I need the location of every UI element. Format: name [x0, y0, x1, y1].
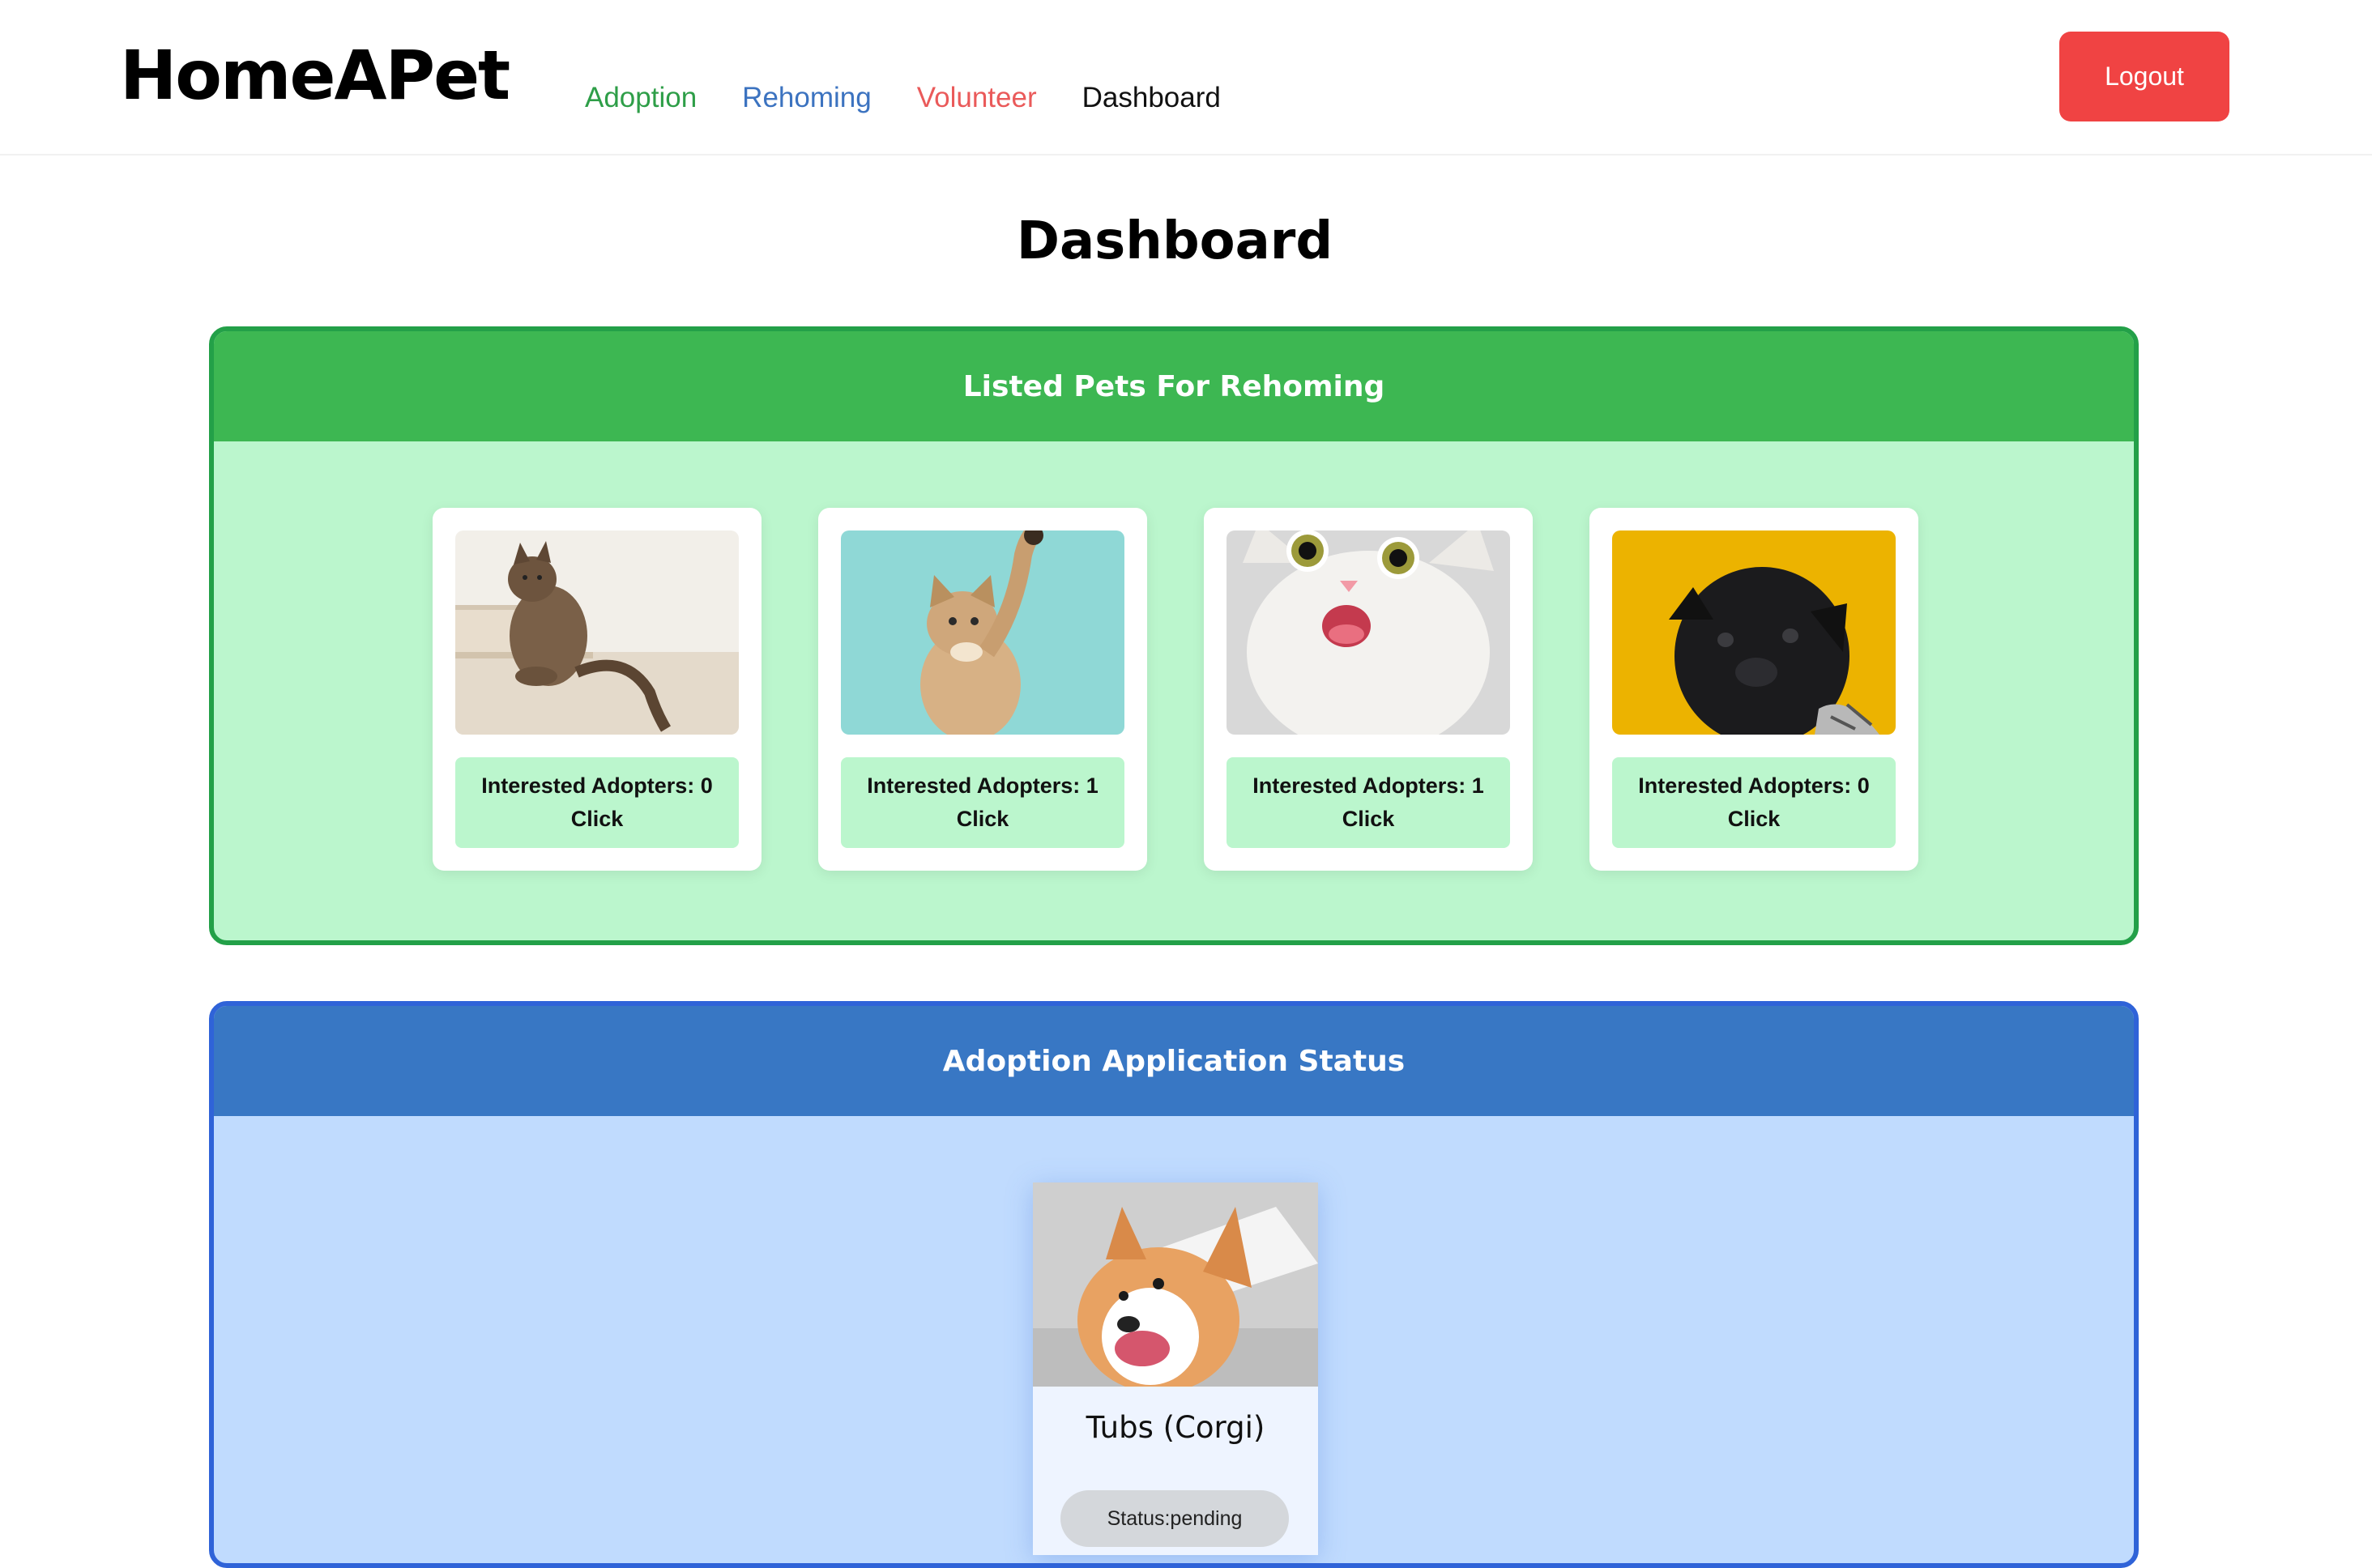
pet-info-button[interactable]: Interested Adopters: 1 Click	[1227, 757, 1510, 848]
interested-adopters-count: Interested Adopters: 1	[867, 773, 1099, 798]
pet-photo-pug	[1612, 530, 1896, 735]
pet-photo-white-cat	[1227, 530, 1510, 735]
click-label: Click	[570, 807, 624, 831]
nav-adoption-link[interactable]: Adoption	[585, 78, 697, 118]
pet-info-button[interactable]: Interested Adopters: 1 Click	[841, 757, 1124, 848]
nav-dashboard-link[interactable]: Dashboard	[1082, 78, 1221, 118]
pet-card[interactable]: Interested Adopters: 0 Click	[433, 508, 762, 871]
pet-photo-kitten	[841, 530, 1124, 735]
nav-rehoming-link[interactable]: Rehoming	[742, 78, 872, 118]
logout-button[interactable]: Logout	[2059, 32, 2229, 121]
application-card[interactable]: Tubs (Corgi) Status:pending	[1033, 1182, 1318, 1555]
click-label: Click	[1727, 807, 1781, 831]
page-title: Dashboard	[1016, 211, 1333, 271]
rehoming-panel-title: Listed Pets For Rehoming	[214, 331, 2134, 441]
pet-card[interactable]: Interested Adopters: 1 Click	[818, 508, 1147, 871]
pet-photo-tabby-cat	[455, 530, 739, 735]
main-nav: Adoption Rehoming Volunteer Dashboard	[585, 78, 1221, 118]
interested-adopters-count: Interested Adopters: 0	[1638, 773, 1870, 798]
applied-pet-name: Tubs (Corgi)	[1086, 1410, 1265, 1445]
rehoming-card-list: Interested Adopters: 0 Click Interested …	[433, 508, 1918, 871]
interested-adopters-count: Interested Adopters: 0	[481, 773, 713, 798]
click-label: Click	[956, 807, 1009, 831]
brand-logo[interactable]: HomeAPet	[120, 31, 510, 120]
pet-card[interactable]: Interested Adopters: 0 Click	[1589, 508, 1918, 871]
application-status-badge: Status:pending	[1060, 1490, 1289, 1547]
pet-info-button[interactable]: Interested Adopters: 0 Click	[1612, 757, 1896, 848]
pet-card[interactable]: Interested Adopters: 1 Click	[1204, 508, 1533, 871]
top-header: HomeAPet Adoption Rehoming Volunteer Das…	[0, 0, 2372, 156]
pet-photo-corgi	[1033, 1182, 1318, 1387]
interested-adopters-count: Interested Adopters: 1	[1252, 773, 1484, 798]
pet-info-button[interactable]: Interested Adopters: 0 Click	[455, 757, 739, 848]
click-label: Click	[1342, 807, 1395, 831]
nav-volunteer-link[interactable]: Volunteer	[917, 78, 1037, 118]
adoption-status-panel: Adoption Application Status Tubs (Corgi)…	[209, 1001, 2139, 1568]
rehoming-panel: Listed Pets For Rehoming Interested Adop…	[209, 326, 2139, 945]
adoption-panel-title: Adoption Application Status	[214, 1006, 2134, 1116]
